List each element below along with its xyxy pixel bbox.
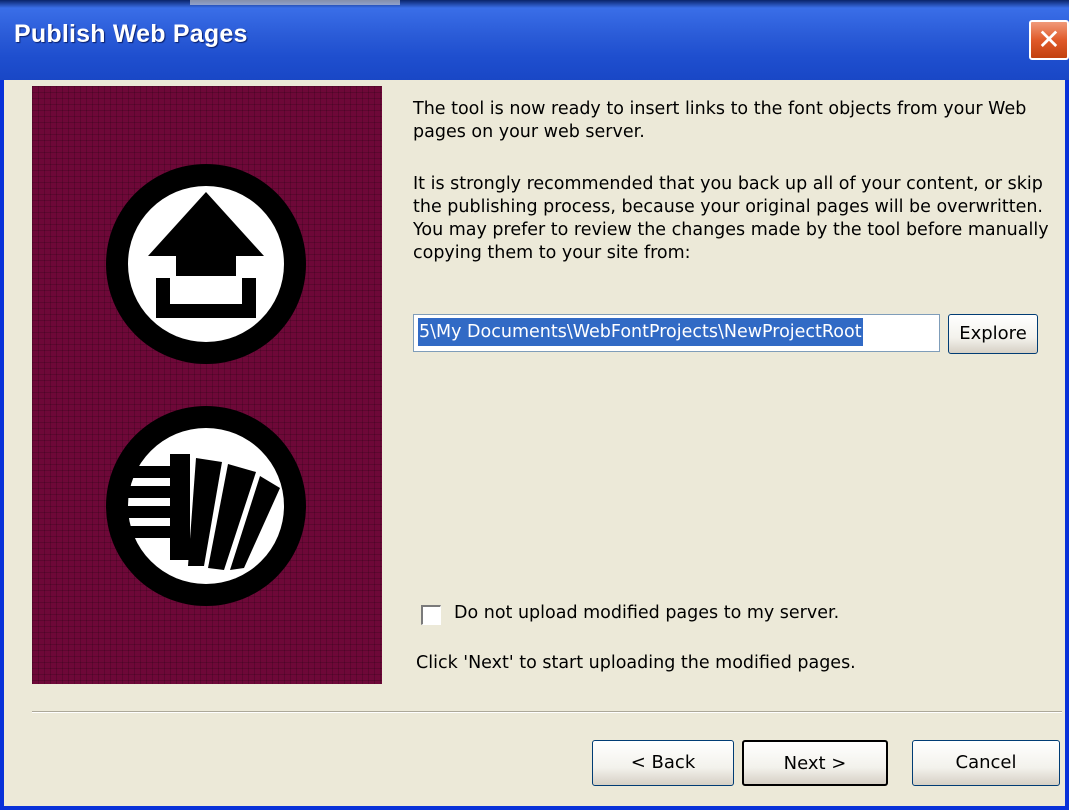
warning-text: It is strongly recommended that you back… bbox=[413, 174, 1049, 263]
path-field-value: 5\My Documents\WebFontProjects\NewProjec… bbox=[418, 318, 863, 346]
back-button[interactable]: < Back bbox=[592, 740, 734, 786]
cancel-button[interactable]: Cancel bbox=[912, 740, 1060, 786]
dialog-body: The tool is now ready to insert links to… bbox=[4, 80, 1065, 806]
skip-upload-checkbox[interactable] bbox=[421, 605, 441, 625]
path-field[interactable]: 5\My Documents\WebFontProjects\NewProjec… bbox=[413, 314, 940, 352]
intro-text: The tool is now ready to insert links to… bbox=[413, 99, 1027, 142]
explore-button[interactable]: Explore bbox=[948, 314, 1038, 354]
title-bar[interactable]: Publish Web Pages ✕ bbox=[0, 0, 1069, 80]
footer-divider bbox=[32, 711, 1062, 713]
upload-icon bbox=[106, 164, 306, 364]
next-button[interactable]: Next > bbox=[742, 740, 888, 786]
skip-upload-label[interactable]: Do not upload modified pages to my serve… bbox=[454, 603, 839, 623]
background-window-sliver bbox=[190, 0, 400, 5]
close-icon: ✕ bbox=[1037, 23, 1061, 56]
next-hint-text: Click 'Next' to start uploading the modi… bbox=[416, 653, 856, 673]
window-title: Publish Web Pages bbox=[14, 20, 248, 48]
pages-icon bbox=[106, 406, 306, 606]
close-button[interactable]: ✕ bbox=[1029, 20, 1069, 60]
wizard-side-panel bbox=[32, 86, 382, 684]
publish-web-pages-dialog: Publish Web Pages ✕ The tool is now read… bbox=[0, 0, 1069, 810]
